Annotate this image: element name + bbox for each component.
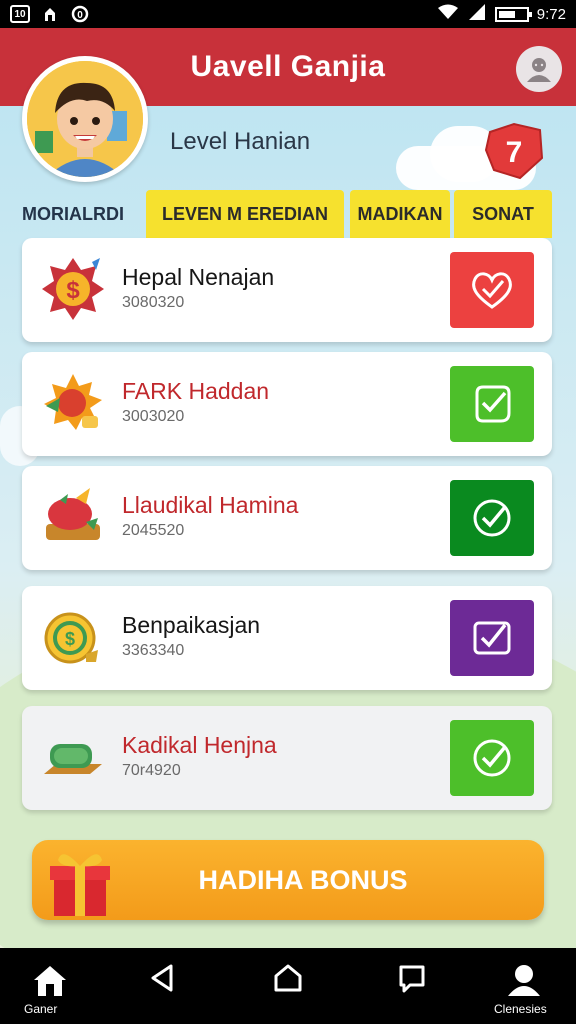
item-subtitle: 70r4920 [122,762,181,779]
user-profile-button[interactable] [516,46,562,92]
user-icon [508,965,540,996]
svg-text:$: $ [66,277,80,304]
home-nav-button[interactable] [258,962,318,1002]
claim-button[interactable] [450,720,534,796]
signal-icon [467,4,487,24]
tab-morialrdi[interactable]: MORIALRDI [0,190,146,238]
tab-bar: MORIALRDI LEVEN M EREDIAN MADIKAN SONAT [0,190,576,238]
boy-avatar-icon [27,61,143,177]
check-icon [475,385,511,423]
item-title: Kadikal Henjna [122,732,277,758]
battery-icon [494,6,532,22]
check-icon [473,499,511,537]
item-subtitle: 2045520 [122,522,185,539]
fruit-basket-icon [40,484,106,550]
recents-button[interactable] [382,962,442,1002]
item-title: Hepal Nenajan [122,264,275,290]
heart-check-icon [472,272,512,309]
svg-text:7: 7 [506,136,523,169]
sun-coin-icon [40,370,106,436]
home-icon [34,966,66,996]
list-item[interactable]: Llaudikal Hamina 2045520 [22,466,552,570]
list-item[interactable]: $ Benpaikasjan 3363340 [22,586,552,690]
home-outline-icon [274,964,302,992]
bonus-button[interactable]: HADIHA BONUS [32,840,544,920]
sim-icon: 10 [10,5,30,23]
home-button[interactable] [20,962,80,1002]
clock: 9:72 [536,5,566,23]
status-bar: 10 0 9:72 [0,0,576,28]
svg-text:$: $ [65,629,75,649]
wifi-icon [437,4,459,24]
chat-square-icon [399,965,425,993]
sync-icon: 0 [70,5,90,23]
level-badge[interactable]: 7 [480,120,548,184]
claim-button[interactable] [450,600,534,676]
item-title: Llaudikal Hamina [122,492,299,518]
user-icon [527,58,551,82]
notification-icon [40,5,60,23]
svg-text:0: 0 [77,10,83,21]
dollar-badge-icon: $ [40,256,106,322]
item-subtitle: 3080320 [122,294,185,311]
profile-button[interactable] [494,962,554,1002]
claim-button[interactable] [450,252,534,328]
claim-button[interactable] [450,480,534,556]
check-icon [473,621,511,655]
list-item[interactable]: FARK Haddan 3003020 [22,352,552,456]
home-label: Ganer [24,1002,58,1016]
profile-label: Clenesies [494,1002,547,1016]
gold-coin-icon: $ [40,604,106,670]
cash-stack-icon [40,724,106,790]
red-badge-icon: 7 [484,122,544,180]
check-icon [473,739,511,777]
navigation-bar: Ganer Clenesies [0,948,576,1024]
list-item[interactable]: Kadikal Henjna 70r4920 [22,706,552,810]
bonus-label: HADIHA BONUS [198,864,408,895]
tab-leven-m-eredian[interactable]: LEVEN M EREDIAN [146,190,344,238]
back-button[interactable] [132,962,192,1002]
back-triangle-icon [151,964,173,992]
level-label: Level Hanian [170,128,311,155]
tab-madikan[interactable]: MADIKAN [350,190,450,238]
app-title: Uavell Ganjia [190,50,386,83]
list-item[interactable]: $ Hepal Nenajan 3080320 [22,238,552,342]
item-title: FARK Haddan [122,378,270,404]
claim-button[interactable] [450,366,534,442]
item-subtitle: 3363340 [122,642,185,659]
avatar[interactable] [22,56,148,182]
item-title: Benpaikasjan [122,612,261,638]
item-subtitle: 3003020 [122,408,185,425]
tab-sonat[interactable]: SONAT [454,190,552,238]
